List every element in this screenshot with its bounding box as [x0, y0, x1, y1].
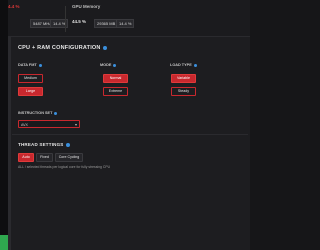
status-indicator	[0, 235, 8, 250]
instruction-set-label: INSTRUCTION SET	[18, 111, 58, 115]
help-icon[interactable]	[54, 111, 58, 115]
load-type-label: LOAD TYPE	[170, 63, 197, 67]
instruction-set-select[interactable]: AVX ▾	[18, 120, 80, 128]
instruction-set-label-text: INSTRUCTION SET	[18, 111, 53, 115]
gpu-memory-label: GPU Memory	[72, 4, 101, 9]
threads-fixed-button[interactable]: Fixed	[36, 153, 53, 162]
gpu-load-chip: 14.4 %	[116, 19, 135, 28]
load-type-label-text: LOAD TYPE	[170, 63, 192, 67]
help-icon[interactable]	[193, 63, 197, 67]
help-icon[interactable]	[102, 45, 107, 50]
data-fmt-medium-button[interactable]: Medium	[18, 74, 43, 83]
data-fmt-large-button[interactable]: Large	[18, 87, 43, 96]
mode-label: MODE	[100, 63, 117, 67]
metrics-divider	[65, 6, 66, 32]
load-type-steady-button[interactable]: Steady	[171, 87, 196, 96]
threads-auto-button[interactable]: Auto	[18, 153, 34, 162]
left-rail	[0, 0, 8, 250]
mode-label-text: MODE	[100, 63, 112, 67]
mode-extreme-button[interactable]: Extreme	[103, 87, 128, 96]
instruction-set-value: AVX	[21, 123, 28, 127]
mode-normal-button[interactable]: Normal	[103, 74, 128, 83]
data-fmt-label-text: DATA FMT	[18, 63, 37, 67]
help-icon[interactable]	[65, 142, 70, 147]
data-fmt-label: DATA FMT	[18, 63, 42, 67]
metrics-bar: 4.4 % 5487 MHz 14.4 % GPU Memory 44.5 % …	[8, 0, 250, 37]
load-type-variable-button[interactable]: Variable	[171, 74, 196, 83]
gpu-memory-percent: 44.5 %	[72, 19, 87, 24]
section-title-threads: THREAD SETTINGS	[18, 142, 70, 147]
config-panel: CPU + RAM CONFIGURATION DATA FMT Medium …	[8, 37, 250, 250]
section-divider	[12, 134, 248, 135]
help-icon[interactable]	[113, 63, 117, 67]
threads-title-text: THREAD SETTINGS	[18, 142, 64, 147]
threads-core-cycling-button[interactable]: Core Cycling	[55, 153, 83, 162]
chevron-down-icon: ▾	[74, 122, 77, 127]
gpu-memory-chip: 29365 MB	[94, 19, 119, 28]
threads-note: ALL / selected threads per logical core …	[18, 165, 111, 169]
panel-edge	[8, 37, 11, 250]
section-title-cpu-ram: CPU + RAM CONFIGURATION	[18, 45, 107, 51]
section-title-text: CPU + RAM CONFIGURATION	[18, 45, 101, 51]
cpu-usage-percent: 4.4 %	[8, 4, 20, 9]
help-icon[interactable]	[38, 63, 42, 67]
